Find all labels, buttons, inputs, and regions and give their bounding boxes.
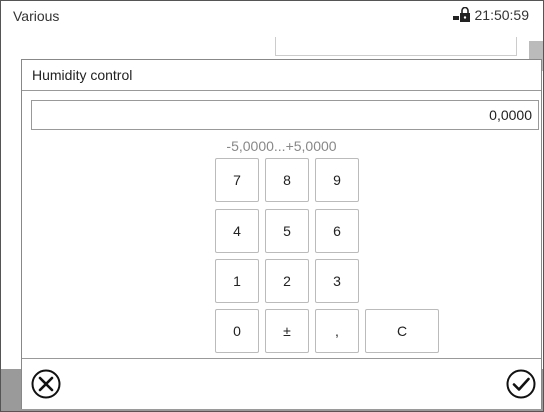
key-1[interactable]: 1 [215, 259, 259, 303]
lock-icon [452, 7, 470, 22]
clock-time: 21:50:59 [474, 7, 530, 23]
key-clear[interactable]: C [365, 309, 439, 353]
key-8[interactable]: 8 [265, 158, 309, 202]
status-right: 21:50:59 [452, 7, 530, 23]
key-6[interactable]: 6 [315, 209, 359, 253]
key-decimal-comma[interactable]: , [315, 309, 359, 353]
dialog-footer [22, 358, 541, 409]
humidity-control-dialog: Humidity control 0,0000 -5,0000...+5,000… [21, 59, 542, 409]
key-2[interactable]: 2 [265, 259, 309, 303]
dialog-title: Humidity control [32, 67, 133, 83]
cancel-icon[interactable] [30, 368, 62, 400]
screen: Various 21:50:59 Humidity control 0,0000… [0, 0, 544, 412]
confirm-icon[interactable] [505, 368, 537, 400]
value-input[interactable]: 0,0000 [31, 100, 539, 130]
value-range: -5,0000...+5,0000 [226, 138, 337, 154]
key-5[interactable]: 5 [265, 209, 309, 253]
key-3[interactable]: 3 [315, 259, 359, 303]
background-field [275, 37, 517, 56]
key-9[interactable]: 9 [315, 158, 359, 202]
key-4[interactable]: 4 [215, 209, 259, 253]
key-7[interactable]: 7 [215, 158, 259, 202]
key-plus-minus[interactable]: ± [265, 309, 309, 353]
key-0[interactable]: 0 [215, 309, 259, 353]
dialog-header: Humidity control [22, 60, 541, 91]
status-bar: Various 21:50:59 [1, 1, 543, 37]
screen-title: Various [13, 8, 60, 24]
